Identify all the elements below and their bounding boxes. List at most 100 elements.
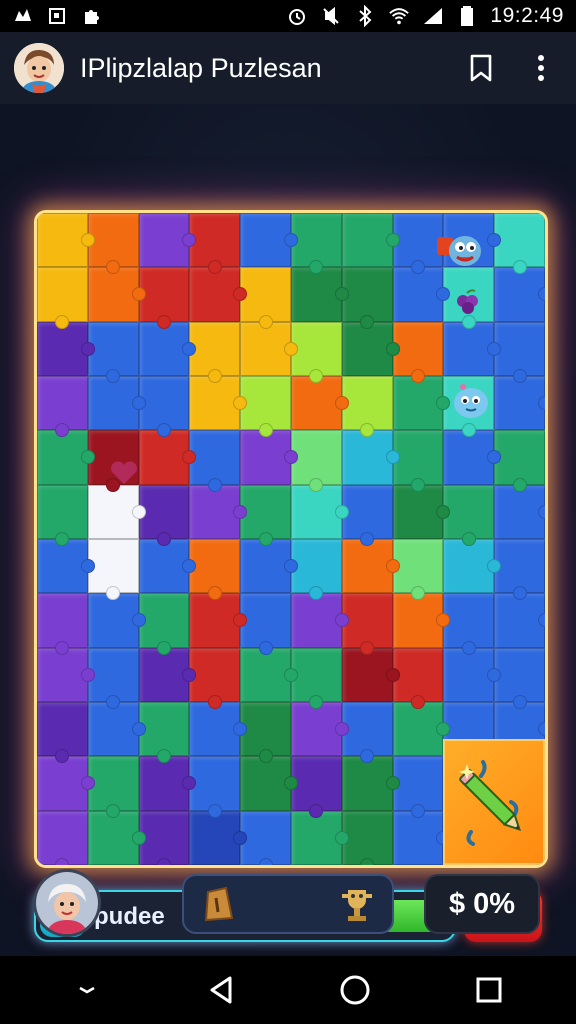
puzzle-piece[interactable] xyxy=(37,267,88,330)
pencil-hint-tile[interactable] xyxy=(443,739,545,865)
puzzle-piece[interactable] xyxy=(341,267,393,330)
heart-piece[interactable] xyxy=(91,445,157,501)
puzzle-piece[interactable] xyxy=(189,213,241,275)
puzzle-piece[interactable] xyxy=(341,538,400,594)
puzzle-piece[interactable] xyxy=(392,375,451,431)
puzzle-piece[interactable] xyxy=(240,647,298,702)
puzzle-piece[interactable] xyxy=(290,267,349,322)
puzzle-piece[interactable] xyxy=(494,538,545,601)
puzzle-piece[interactable] xyxy=(37,321,95,376)
puzzle-piece[interactable] xyxy=(189,430,241,493)
nav-menu-button[interactable] xyxy=(57,960,117,1020)
puzzle-piece[interactable] xyxy=(443,647,501,702)
puzzle-piece[interactable] xyxy=(494,213,545,275)
puzzle-piece[interactable] xyxy=(494,647,545,710)
puzzle-piece[interactable] xyxy=(341,701,393,764)
puzzle-piece[interactable] xyxy=(37,701,88,764)
puzzle-piece[interactable] xyxy=(341,756,400,811)
puzzle-piece[interactable] xyxy=(87,701,146,757)
puzzle-piece[interactable] xyxy=(37,593,88,656)
puzzle-piece[interactable] xyxy=(341,321,400,376)
puzzle-piece[interactable] xyxy=(443,430,501,485)
puzzle-piece[interactable] xyxy=(138,213,197,268)
puzzle-piece[interactable] xyxy=(240,321,298,376)
puzzle-piece[interactable] xyxy=(392,647,444,710)
puzzle-piece[interactable] xyxy=(392,484,451,539)
puzzle-piece[interactable] xyxy=(37,430,95,485)
puzzle-piece[interactable] xyxy=(240,538,298,594)
puzzle-piece[interactable] xyxy=(87,647,139,710)
puzzle-piece[interactable] xyxy=(443,593,495,656)
puzzle-piece[interactable] xyxy=(240,484,291,547)
puzzle-piece[interactable] xyxy=(87,213,139,275)
puzzle-piece[interactable] xyxy=(87,538,139,601)
profile-avatar[interactable] xyxy=(14,43,64,93)
puzzle-piece[interactable] xyxy=(189,484,247,539)
puzzle-piece[interactable] xyxy=(87,321,139,384)
puzzle-piece[interactable] xyxy=(189,810,247,865)
puzzle-piece[interactable] xyxy=(494,484,545,539)
puzzle-piece[interactable] xyxy=(37,756,95,811)
puzzle-piece[interactable] xyxy=(392,430,444,493)
puzzle-piece[interactable] xyxy=(341,484,393,547)
puzzle-piece[interactable] xyxy=(443,538,501,594)
puzzle-piece[interactable] xyxy=(290,756,342,819)
puzzle-piece[interactable] xyxy=(189,375,247,431)
puzzle-piece[interactable] xyxy=(138,701,190,764)
puzzle-piece[interactable] xyxy=(189,538,241,601)
puzzle-piece[interactable] xyxy=(290,430,342,493)
puzzle-piece[interactable] xyxy=(290,810,349,865)
puzzle-piece[interactable] xyxy=(341,213,400,268)
puzzle-piece[interactable] xyxy=(392,810,451,865)
puzzle-piece[interactable] xyxy=(189,593,247,648)
more-options-button[interactable] xyxy=(526,53,556,83)
puzzle-piece[interactable] xyxy=(341,810,393,865)
puzzle-piece[interactable] xyxy=(138,267,190,330)
puzzle-piece[interactable] xyxy=(87,375,146,431)
puzzle-piece[interactable] xyxy=(494,430,545,493)
puzzle-piece[interactable] xyxy=(240,375,291,438)
puzzle-piece[interactable] xyxy=(189,756,241,819)
puzzle-piece[interactable] xyxy=(37,484,88,547)
pieces-tray-button[interactable] xyxy=(182,874,394,934)
nav-back-button[interactable] xyxy=(191,960,251,1020)
puzzle-piece[interactable] xyxy=(240,593,291,656)
puzzle-piece[interactable] xyxy=(290,484,349,539)
puzzle-piece[interactable] xyxy=(37,538,95,594)
puzzle-piece[interactable] xyxy=(189,321,241,384)
puzzle-piece[interactable] xyxy=(290,538,342,601)
puzzle-piece[interactable] xyxy=(443,484,495,547)
puzzle-piece[interactable] xyxy=(240,213,298,268)
puzzle-piece[interactable] xyxy=(138,810,190,865)
puzzle-piece[interactable] xyxy=(37,375,88,438)
player-avatar-button[interactable] xyxy=(36,872,98,934)
puzzle-piece[interactable] xyxy=(290,593,349,648)
puzzle-piece[interactable] xyxy=(443,321,501,376)
puzzle-piece[interactable] xyxy=(87,267,146,322)
puzzle-piece[interactable] xyxy=(494,593,545,648)
puzzle-piece[interactable] xyxy=(240,430,298,485)
puzzle-piece[interactable] xyxy=(290,647,342,710)
puzzle-piece[interactable] xyxy=(240,267,291,330)
puzzle-piece[interactable] xyxy=(138,647,197,702)
puzzle-piece[interactable] xyxy=(341,593,393,656)
puzzle-piece[interactable] xyxy=(290,375,349,431)
puzzle-piece[interactable] xyxy=(240,810,291,865)
puzzle-piece[interactable] xyxy=(87,810,146,865)
puzzle-piece[interactable] xyxy=(392,538,444,601)
puzzle-piece[interactable] xyxy=(37,647,95,702)
puzzle-piece[interactable] xyxy=(392,321,444,384)
puzzle-piece[interactable] xyxy=(290,213,342,275)
puzzle-piece[interactable] xyxy=(341,375,393,438)
nav-recents-button[interactable] xyxy=(459,960,519,1020)
bookmark-button[interactable] xyxy=(466,53,496,83)
puzzle-piece[interactable] xyxy=(138,756,197,811)
coins-percent-button[interactable]: $ 0% xyxy=(424,874,540,934)
puzzle-piece[interactable] xyxy=(240,756,298,811)
puzzle-piece[interactable] xyxy=(341,647,400,702)
puzzle-piece[interactable] xyxy=(138,321,197,376)
puzzle-piece[interactable] xyxy=(189,701,247,757)
puzzle-piece[interactable] xyxy=(290,321,342,384)
puzzle-piece[interactable] xyxy=(494,375,545,431)
puzzle-piece[interactable] xyxy=(189,267,247,322)
